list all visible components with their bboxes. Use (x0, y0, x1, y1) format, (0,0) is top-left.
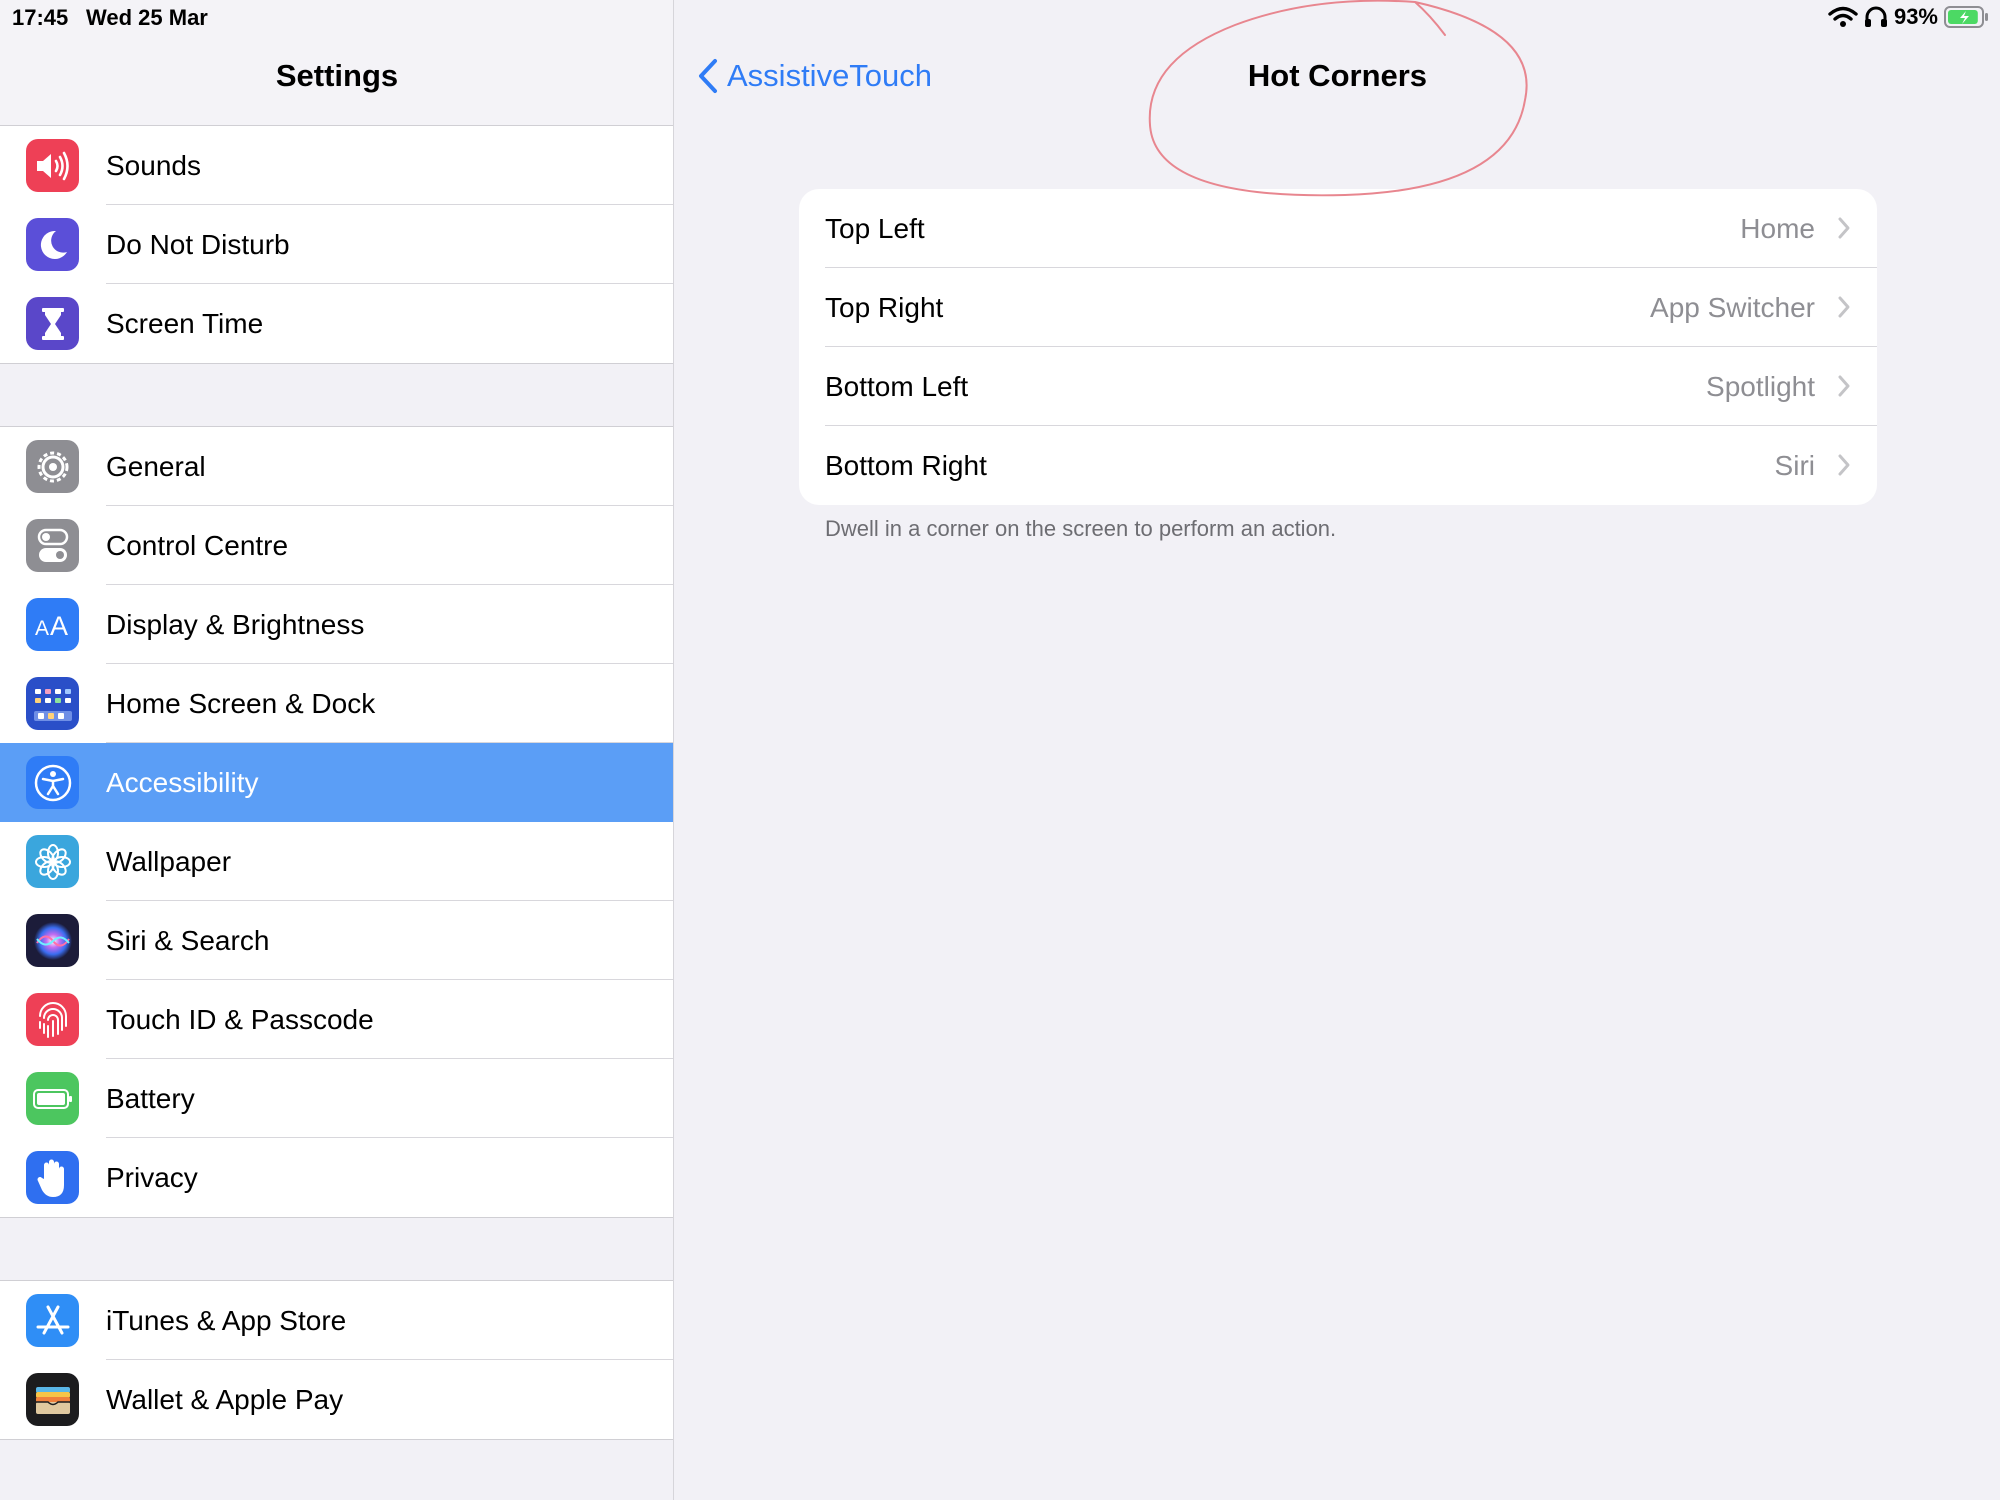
sidebar-item-display-brightness[interactable]: A A Display & Brightness (0, 585, 673, 664)
wallet-icon (26, 1373, 79, 1426)
speaker-icon (26, 139, 79, 192)
sidebar-item-label: Battery (106, 1083, 195, 1114)
chevron-right-icon (1838, 296, 1850, 318)
status-indicators: 93% (1828, 4, 1990, 30)
sidebar-item-label: Do Not Disturb (106, 229, 290, 260)
sidebar-item-label: Home Screen & Dock (106, 688, 376, 719)
row-label: Bottom Right (825, 450, 987, 481)
back-button-label: AssistiveTouch (727, 58, 933, 93)
chevron-right-icon (1838, 217, 1850, 239)
app-grid-icon (26, 677, 79, 730)
sidebar-item-label: Accessibility (106, 767, 259, 798)
hot-corner-row-bottom-left[interactable]: Bottom Left Spotlight (799, 347, 1877, 426)
battery-icon (26, 1072, 79, 1125)
row-label: Top Left (825, 213, 925, 244)
chevron-left-icon (699, 59, 717, 93)
settings-group: General Control Centre A A Display & Bri… (0, 426, 673, 1218)
sidebar-item-label: Screen Time (106, 308, 264, 339)
row-value: App Switcher (1650, 292, 1815, 323)
hourglass-icon (26, 297, 79, 350)
fingerprint-icon (26, 993, 79, 1046)
sidebar-item-itunes-app-store[interactable]: iTunes & App Store (0, 1281, 673, 1360)
accessibility-icon (26, 756, 79, 809)
sidebar-item-label: General (106, 451, 206, 482)
back-button[interactable]: AssistiveTouch (697, 58, 932, 94)
headphones-icon (1864, 6, 1888, 28)
wifi-icon (1828, 6, 1858, 28)
sidebar-item-privacy[interactable]: Privacy (0, 1138, 673, 1217)
sidebar-item-control-centre[interactable]: Control Centre (0, 506, 673, 585)
sidebar-item-label: Wallpaper (106, 846, 232, 877)
sidebar-item-touch-id-passcode[interactable]: Touch ID & Passcode (0, 980, 673, 1059)
toggles-icon (26, 519, 79, 572)
hot-corners-list: Top Left Home Top Right App Switcher Bot… (799, 189, 1877, 505)
moon-icon (26, 218, 79, 271)
flower-icon (26, 835, 79, 888)
sidebar-item-label: Sounds (106, 150, 201, 181)
sidebar-item-accessibility[interactable]: Accessibility (0, 743, 673, 822)
siri-icon (26, 914, 79, 967)
sidebar-item-do-not-disturb[interactable]: Do Not Disturb (0, 205, 673, 284)
hot-corners-pane: Hot Corners AssistiveTouch Top Left Home… (675, 0, 2000, 1500)
settings-sidebar: Settings Sounds Do Not Disturb Screen Ti… (0, 0, 674, 1500)
app-store-icon (26, 1294, 79, 1347)
hot-corners-footnote: Dwell in a corner on the screen to perfo… (825, 516, 1337, 541)
svg-text:A: A (50, 611, 68, 640)
sidebar-item-siri-search[interactable]: Siri & Search (0, 901, 673, 980)
settings-group: iTunes & App Store Wallet & Apple Pay (0, 1280, 673, 1440)
battery-status-icon (1944, 6, 1990, 28)
sidebar-item-wallet-apple-pay[interactable]: Wallet & Apple Pay (0, 1360, 673, 1439)
gear-icon (26, 440, 79, 493)
sidebar-item-label: Privacy (106, 1162, 198, 1193)
sidebar-item-sounds[interactable]: Sounds (0, 126, 673, 205)
hot-corner-row-bottom-right[interactable]: Bottom Right Siri (799, 426, 1877, 505)
chevron-right-icon (1838, 454, 1850, 476)
status-date: Wed 25 Mar (86, 5, 208, 30)
sidebar-item-label: iTunes & App Store (106, 1305, 347, 1336)
hot-corner-row-top-right[interactable]: Top Right App Switcher (799, 268, 1877, 347)
sidebar-item-label: Control Centre (106, 530, 289, 561)
sidebar-item-label: Touch ID & Passcode (106, 1004, 374, 1035)
row-value: Spotlight (1706, 371, 1815, 402)
hand-icon (26, 1151, 79, 1204)
sidebar-item-label: Display & Brightness (106, 609, 365, 640)
row-value: Siri (1774, 450, 1815, 481)
chevron-right-icon (1838, 375, 1850, 397)
settings-group: Sounds Do Not Disturb Screen Time (0, 125, 673, 364)
sidebar-item-general[interactable]: General (0, 427, 673, 506)
sidebar-item-screen-time[interactable]: Screen Time (0, 284, 673, 363)
sidebar-item-battery[interactable]: Battery (0, 1059, 673, 1138)
svg-text:A: A (35, 617, 49, 640)
sidebar-title: Settings (275, 58, 399, 93)
status-bar: 17:45 Wed 25 Mar 93% (0, 0, 2000, 36)
row-label: Top Right (825, 292, 944, 323)
sidebar-item-label: Siri & Search (106, 925, 270, 956)
battery-percent: 93% (1893, 4, 1938, 29)
hot-corner-row-top-left[interactable]: Top Left Home (799, 189, 1877, 268)
row-label: Bottom Left (825, 371, 969, 402)
sidebar-item-home-screen-dock[interactable]: Home Screen & Dock (0, 664, 673, 743)
row-value: Home (1740, 213, 1815, 244)
sidebar-item-wallpaper[interactable]: Wallpaper (0, 822, 673, 901)
sidebar-item-label: Wallet & Apple Pay (106, 1384, 344, 1415)
text-size-icon: A A (26, 598, 79, 651)
status-time: 17:45 (12, 5, 69, 30)
